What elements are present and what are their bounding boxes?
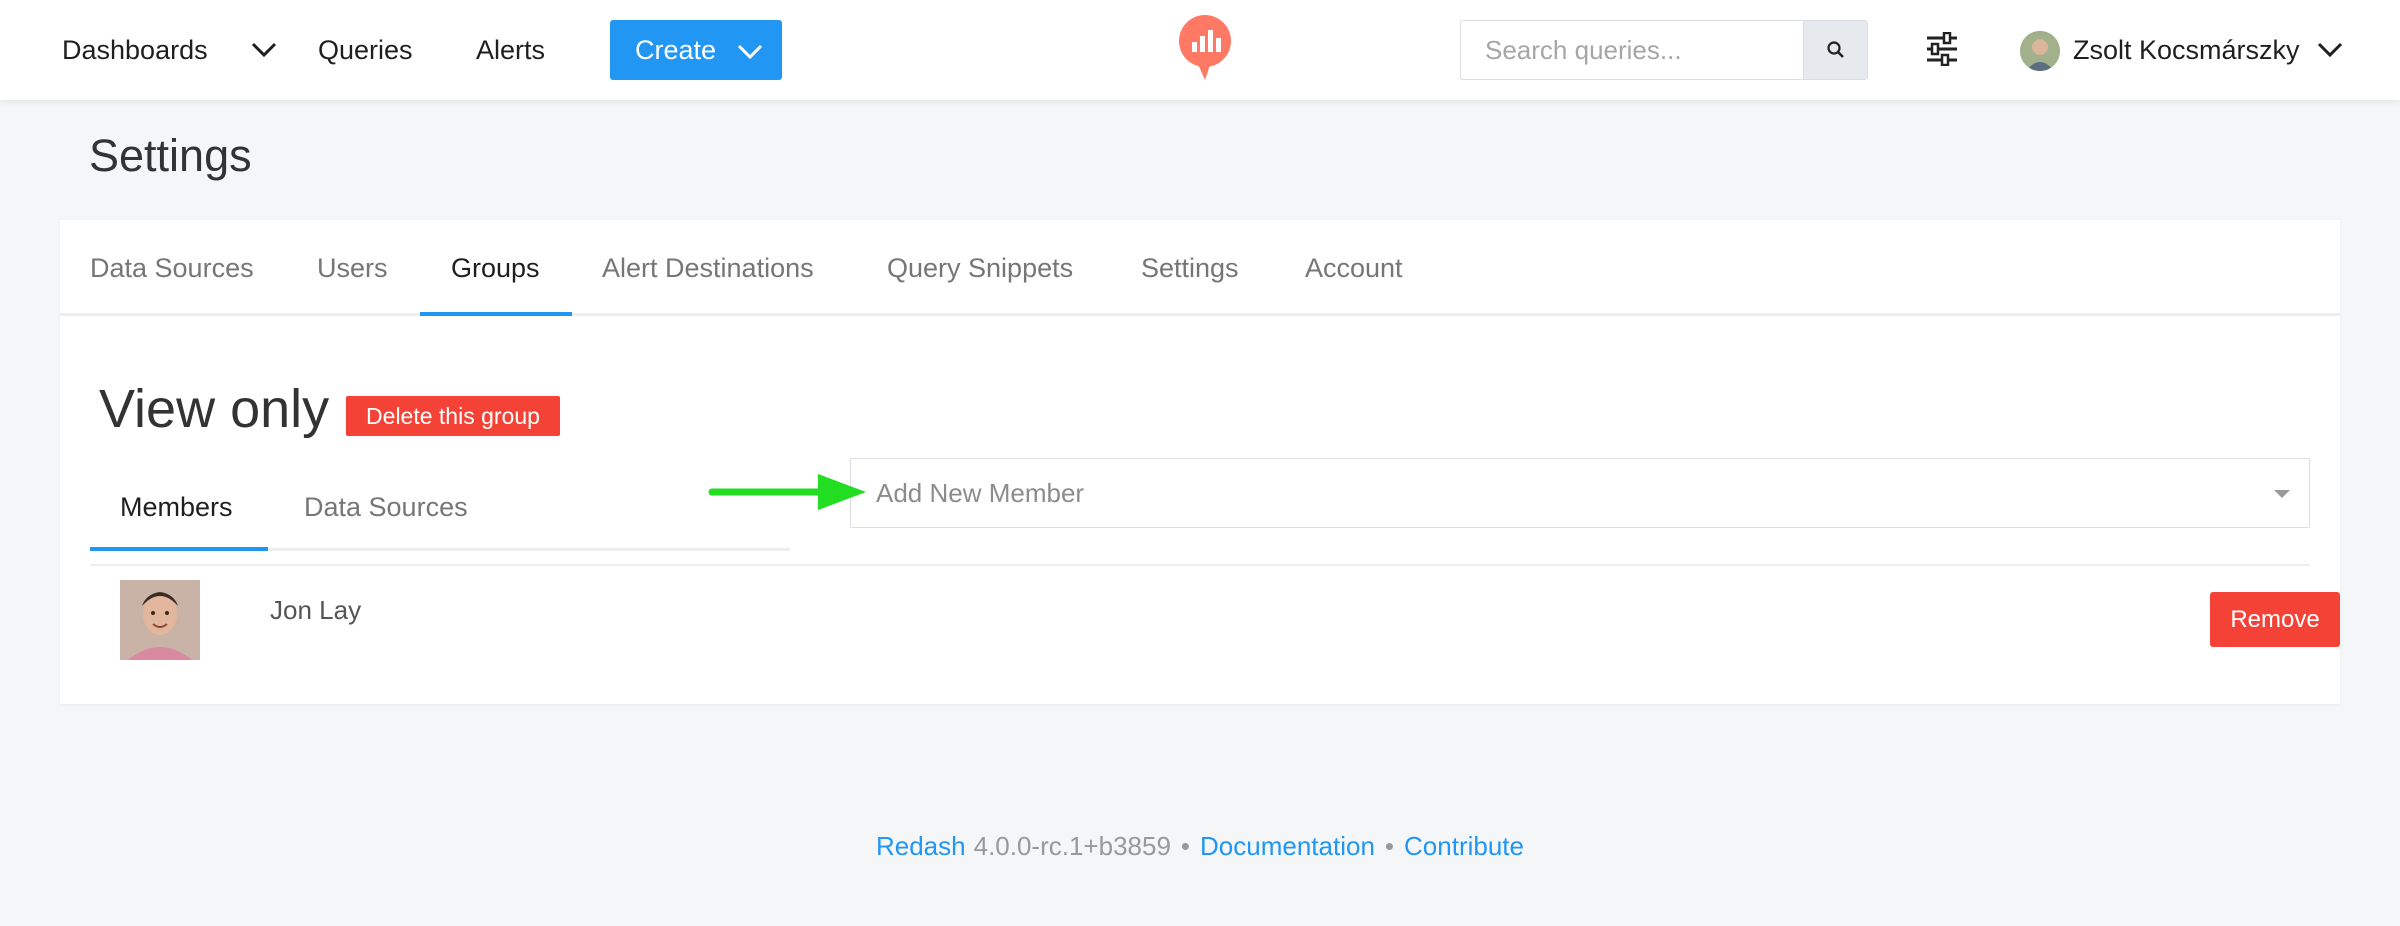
add-new-member-select[interactable]: Add New Member [850, 458, 2310, 528]
delete-group-button[interactable]: Delete this group [346, 396, 560, 436]
settings-tabs: Data Sources Users Groups Alert Destinat… [60, 220, 2340, 316]
chevron-down-icon [2317, 42, 2342, 58]
member-name[interactable]: Jon Lay [270, 580, 361, 640]
footer-contribute-link[interactable]: Contribute [1404, 831, 1524, 862]
search-input[interactable] [1460, 20, 1804, 80]
subtab-members[interactable]: Members [120, 482, 233, 532]
settings-card: Data Sources Users Groups Alert Destinat… [60, 220, 2340, 704]
search-icon [1826, 41, 1844, 58]
footer-documentation-link[interactable]: Documentation [1200, 831, 1375, 862]
chevron-down-icon [737, 44, 763, 60]
member-avatar [120, 580, 200, 660]
footer-redash-link[interactable]: Redash [876, 831, 966, 862]
nav-dashboards[interactable]: Dashboards [62, 0, 208, 100]
footer-separator: • [1180, 830, 1191, 861]
create-button-label: Create [635, 34, 717, 65]
sliders-icon[interactable] [1925, 32, 1959, 66]
footer-version: 4.0.0-rc.1+b3859 [973, 830, 1171, 861]
tab-users[interactable]: Users [317, 220, 388, 316]
subtab-data-sources[interactable]: Data Sources [304, 482, 468, 532]
nav-alerts[interactable]: Alerts [476, 0, 545, 100]
search-button[interactable] [1803, 20, 1868, 80]
page-title: Settings [89, 130, 252, 181]
active-subtab-indicator [90, 547, 268, 551]
tab-data-sources[interactable]: Data Sources [90, 220, 254, 316]
redash-logo-icon[interactable] [1177, 14, 1233, 82]
annotation-arrow-icon [708, 474, 866, 510]
group-name: View only [99, 379, 330, 439]
create-button[interactable]: Create [610, 20, 782, 80]
active-tab-indicator [420, 312, 572, 316]
add-member-placeholder: Add New Member [876, 477, 1085, 508]
user-name: Zsolt Kocsmárszky [2073, 34, 2300, 65]
tab-account[interactable]: Account [1305, 220, 1403, 316]
top-navbar: Dashboards Queries Alerts Create Search … [0, 0, 2400, 100]
member-list-divider [90, 564, 2310, 566]
chevron-down-icon[interactable] [250, 36, 278, 64]
tab-settings[interactable]: Settings [1141, 220, 1239, 316]
member-row: Jon Lay Remove [90, 580, 2340, 680]
tab-query-snippets[interactable]: Query Snippets [887, 220, 1073, 316]
caret-down-icon [2274, 490, 2290, 498]
tab-groups[interactable]: Groups [451, 220, 540, 316]
user-menu[interactable]: Zsolt Kocsmárszky [2073, 0, 2344, 100]
member-avatar-image [120, 580, 200, 660]
footer: Redash 4.0.0-rc.1+b3859 • Documentation … [0, 826, 2400, 866]
remove-member-button[interactable]: Remove [2210, 592, 2340, 647]
user-avatar-image [2020, 31, 2060, 71]
tab-alert-destinations[interactable]: Alert Destinations [602, 220, 814, 316]
user-avatar[interactable] [2020, 31, 2060, 71]
footer-separator: • [1384, 830, 1395, 861]
nav-queries[interactable]: Queries [318, 0, 413, 100]
